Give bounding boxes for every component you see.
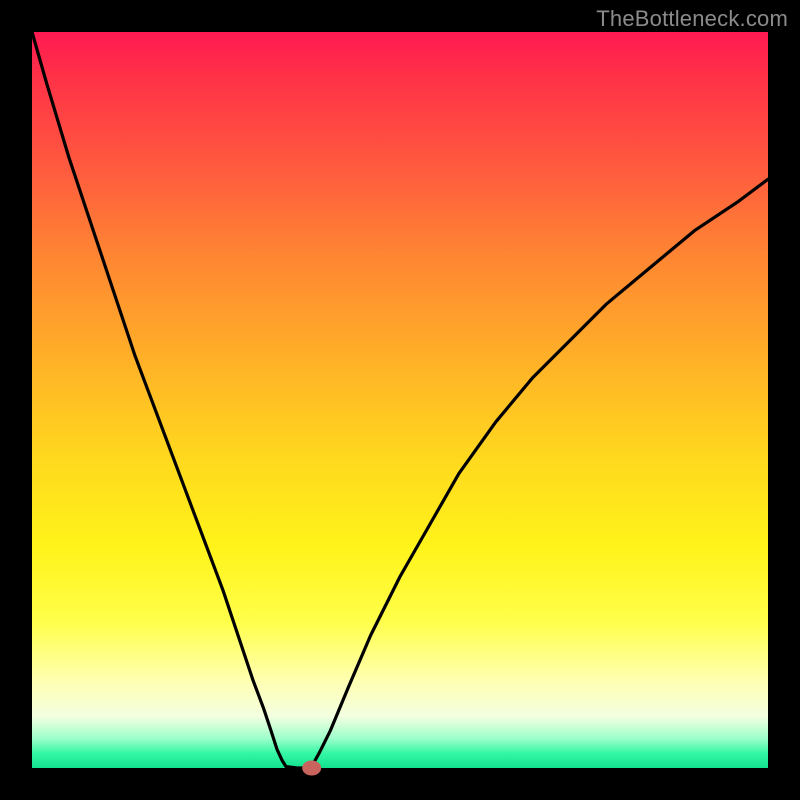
bottleneck-curve bbox=[32, 32, 768, 768]
attribution-text: TheBottleneck.com bbox=[596, 6, 788, 32]
plot-area bbox=[32, 32, 768, 768]
chart-svg bbox=[32, 32, 768, 768]
optimum-marker bbox=[303, 761, 321, 775]
chart-frame: TheBottleneck.com bbox=[0, 0, 800, 800]
